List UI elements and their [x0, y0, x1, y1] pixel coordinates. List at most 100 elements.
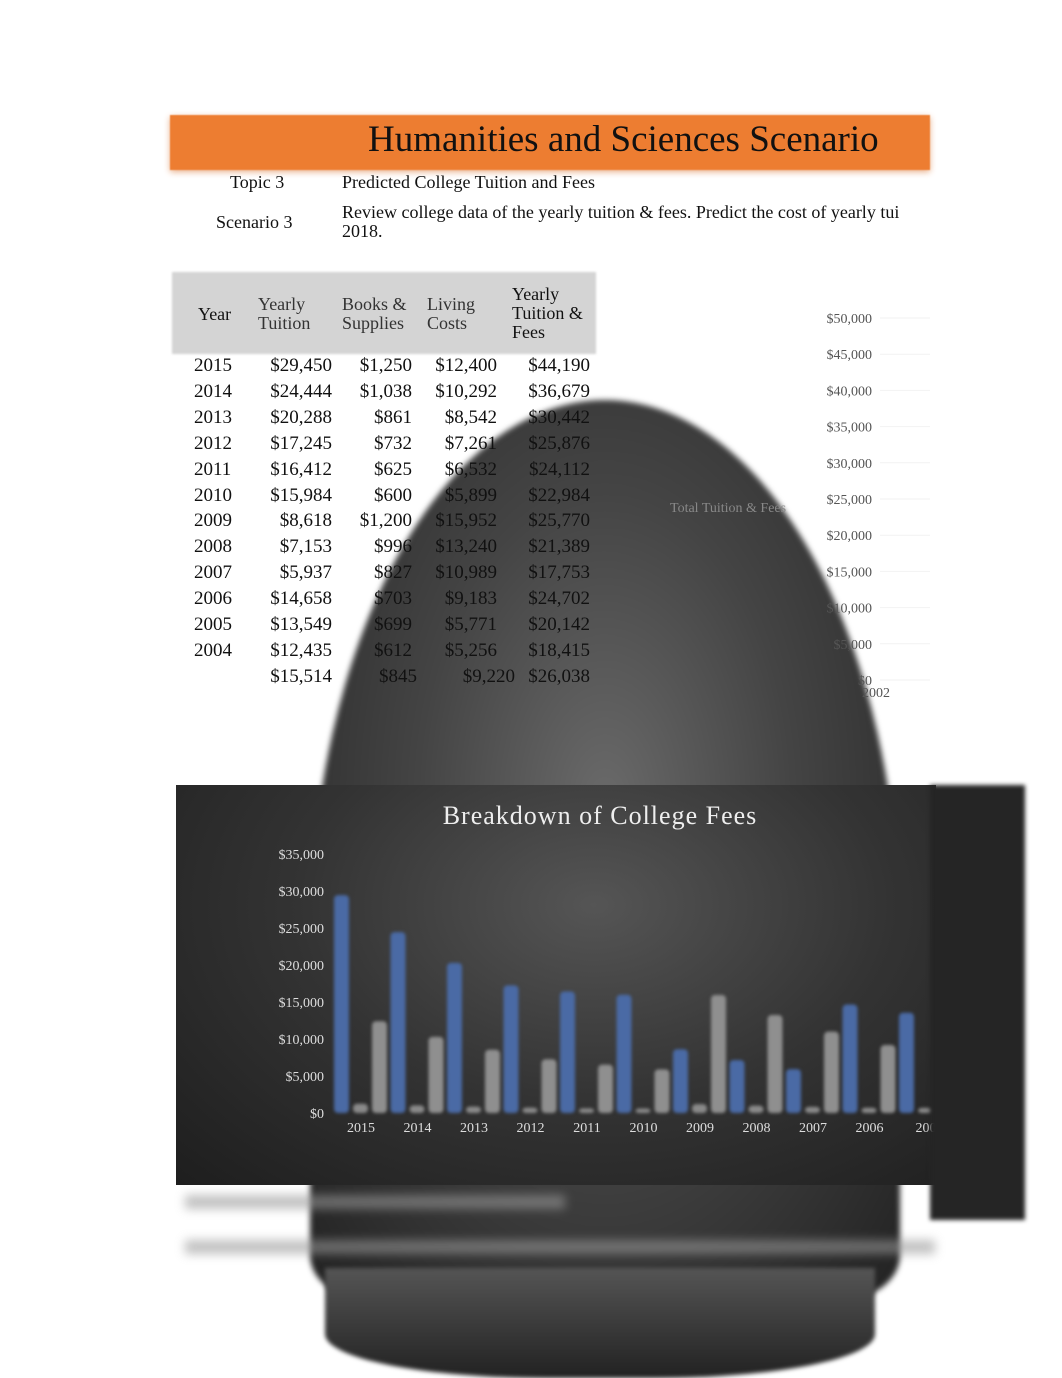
table-cell: $1,038 — [359, 380, 412, 402]
bar — [353, 1103, 368, 1113]
bar — [711, 994, 726, 1113]
table-cell: $8,618 — [279, 510, 332, 532]
preview-overlay-bottom — [325, 1268, 875, 1378]
bar — [522, 1107, 538, 1113]
table-cell: $12,435 — [270, 639, 332, 661]
table-cell: $17,245 — [270, 432, 332, 454]
table-cell: $26,038 — [528, 665, 590, 687]
table-cell: $10,292 — [435, 380, 497, 402]
table-cell: $5,937 — [279, 562, 332, 584]
table-row: 2006 $14,658 $703 $9,183 $24,702 — [172, 588, 602, 614]
y-tick-label: $10,000 — [827, 602, 873, 617]
scenario-value-line1: Review college data of the yearly tuitio… — [342, 202, 900, 222]
blurred-text — [185, 1240, 935, 1254]
x-tick-label: 2012 — [517, 1121, 545, 1136]
table-row: 2015 $29,450 $1,250 $12,400 $44,190 — [172, 355, 602, 381]
table-cell: $30,442 — [528, 406, 590, 428]
y-tick-label: $30,000 — [827, 457, 873, 472]
bar — [466, 1106, 481, 1113]
table-cell: $25,770 — [528, 510, 590, 532]
table-cell: $7,261 — [444, 432, 497, 454]
header-living: Living Costs — [427, 294, 475, 333]
table-row: 2005 $13,549 $699 $5,771 $20,142 — [172, 614, 602, 640]
table-cell: $24,702 — [528, 588, 590, 610]
bar — [842, 1004, 858, 1113]
bar — [786, 1069, 801, 1113]
table-cell: $9,183 — [444, 588, 497, 610]
bar — [673, 1049, 688, 1113]
bar — [447, 962, 462, 1113]
table-cell: $1,250 — [359, 355, 412, 376]
bar — [390, 932, 406, 1113]
table-row: 2007 $5,937 $827 $10,989 $17,753 — [172, 562, 602, 588]
bar — [805, 1106, 820, 1113]
bar — [598, 1064, 613, 1113]
bar — [635, 1108, 651, 1113]
page-title: Humanities and Sciences Scenario — [368, 119, 879, 160]
table-cell: $9,220 — [462, 665, 515, 687]
y-tick-label: $50,000 — [827, 312, 873, 327]
bar — [824, 1031, 839, 1113]
table-row: 2012 $17,245 $732 $7,261 $25,876 — [172, 433, 602, 459]
table-cell: $699 — [374, 614, 412, 635]
y-tick-label: $25,000 — [827, 493, 873, 508]
table-row: 2010 $15,984 $600 $5,899 $22,984 — [172, 485, 602, 511]
bar — [729, 1060, 745, 1113]
table-cell: $703 — [374, 588, 412, 610]
chart-title: Breakdown of College Fees — [443, 801, 758, 830]
table-cell: 2004 — [194, 639, 232, 661]
scenario-label: Scenario 3 — [216, 212, 293, 232]
table-cell: $12,400 — [435, 355, 497, 376]
table-cell: $5,771 — [444, 614, 497, 635]
table-cell: $5,256 — [444, 639, 497, 661]
x-tick-label: 2009 — [686, 1121, 714, 1136]
x-tick-label: 2008 — [743, 1121, 771, 1136]
table-cell: $24,444 — [270, 380, 332, 402]
table-cell: $17,753 — [528, 562, 590, 584]
bar — [880, 1045, 896, 1113]
bar — [748, 1105, 764, 1113]
y-tick-label: $0 — [310, 1107, 324, 1122]
bar — [334, 895, 349, 1113]
table-cell: $20,142 — [528, 614, 590, 635]
bar — [616, 994, 632, 1113]
table-cell: 2015 — [194, 355, 232, 376]
chart-edge — [930, 785, 1025, 1220]
table-row: 2013 $20,288 $861 $8,542 $30,442 — [172, 407, 602, 433]
table-cell: 2009 — [194, 510, 232, 532]
topic-value: Predicted College Tuition and Fees — [342, 172, 595, 192]
x-tick-label: 2006 — [856, 1121, 884, 1136]
table-cell: $996 — [374, 536, 412, 558]
bar — [899, 1012, 914, 1113]
table-cell: $20,288 — [270, 406, 332, 428]
header-books: Books & Supplies — [342, 294, 407, 333]
y-tick-label: $5,000 — [286, 1070, 325, 1085]
topic-label: Topic 3 — [230, 172, 285, 192]
table-row: 2014 $24,444 $1,038 $10,292 $36,679 — [172, 381, 602, 407]
table-cell: $16,412 — [270, 458, 332, 480]
table-cell: $25,876 — [528, 432, 590, 454]
table-cell: $7,153 — [279, 536, 332, 558]
bar — [485, 1049, 500, 1113]
x-tick-label: 2015 — [347, 1121, 375, 1136]
y-tick-label: $40,000 — [827, 384, 873, 399]
table-cell: $732 — [374, 432, 412, 454]
table-cell: $6,532 — [444, 458, 497, 480]
table-cell: $22,984 — [528, 484, 590, 506]
y-tick-label: $15,000 — [279, 996, 325, 1011]
y-tick-label: $45,000 — [827, 348, 873, 363]
table-cell: $24,112 — [528, 458, 590, 480]
table-cell: $861 — [374, 406, 412, 428]
table-row: 2004 $12,435 $612 $5,256 $18,415 — [172, 640, 602, 666]
header-tuition: Yearly Tuition — [258, 294, 311, 333]
table-row: 2011 $16,412 $625 $6,532 $24,112 — [172, 459, 602, 485]
table-cell: 2005 — [194, 614, 232, 635]
table-cell: 2010 — [194, 484, 232, 506]
blurred-text — [185, 1195, 565, 1209]
table-cell: $15,952 — [435, 510, 497, 532]
y-tick-label: $5,000 — [834, 638, 873, 653]
y-tick-label: $20,000 — [827, 529, 873, 544]
x-tick-label: 2007 — [799, 1121, 827, 1136]
table-row: 2009 $8,618 $1,200 $15,952 $25,770 — [172, 510, 602, 536]
bar — [372, 1021, 387, 1113]
